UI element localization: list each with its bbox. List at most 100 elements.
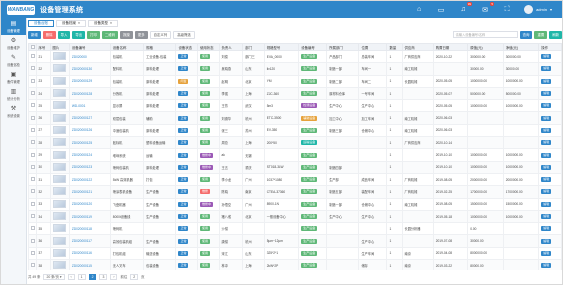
checkbox-cell[interactable] bbox=[28, 234, 37, 248]
toolbar-right-button-1[interactable]: 重置 bbox=[534, 30, 548, 39]
table-row[interactable]: 25 WD-0001 显示屏 原料处理 正常 使用 王芳 武汉 5m3 检测设备 生产中心 生产中心 1… bbox=[28, 99, 562, 113]
checkbox-cell[interactable] bbox=[28, 111, 37, 125]
action-cell[interactable]: 编辑 bbox=[538, 111, 562, 125]
row-checkbox[interactable] bbox=[31, 115, 35, 120]
device-code-link[interactable]: ZD020000129 bbox=[72, 79, 92, 83]
toolbar-option-1[interactable]: 高级筛选 bbox=[173, 30, 195, 39]
row-checkbox[interactable] bbox=[31, 214, 35, 218]
edit-button[interactable]: 编辑 bbox=[541, 140, 552, 146]
device-code-cell[interactable]: WD-0001 bbox=[68, 99, 111, 113]
device-code-cell[interactable]: ZD020000 bbox=[68, 49, 111, 64]
home-icon[interactable]: ⌂ bbox=[414, 5, 424, 15]
edit-button[interactable]: 编辑 bbox=[541, 250, 552, 256]
device-code-cell[interactable]: ZD020000116 bbox=[68, 246, 111, 261]
device-code-link[interactable]: ZD020000115 bbox=[72, 264, 92, 268]
action-cell[interactable]: 编辑 bbox=[538, 49, 562, 64]
close-icon[interactable]: × bbox=[78, 21, 80, 25]
row-checkbox[interactable] bbox=[31, 201, 35, 206]
sidebar-item-2[interactable]: ✎ 设备巡检 bbox=[1, 52, 26, 69]
toolbar-button-3[interactable]: 导出 bbox=[72, 30, 86, 39]
tab-2[interactable]: 设备类型 × bbox=[88, 19, 119, 27]
table-row[interactable]: 21 ZD020000 包装机 工业设备-包装 正常 使用 刘俊 部门三 EVA_0000 生产设… bbox=[28, 49, 562, 64]
table-row[interactable]: 22 ZD020000130 配料机 原料处理 正常 使用 吴晓燕 山东 liv120 生产设备 制… bbox=[28, 62, 562, 76]
device-code-cell[interactable]: ZD020000122 bbox=[68, 172, 111, 187]
row-checkbox[interactable] bbox=[31, 91, 35, 96]
row-checkbox[interactable] bbox=[31, 66, 35, 71]
device-code-cell[interactable]: ZD020000128 bbox=[68, 86, 111, 101]
action-cell[interactable]: 编辑 bbox=[538, 74, 562, 88]
toolbar-right-button-0[interactable]: 查询 bbox=[519, 30, 533, 39]
device-code-link[interactable]: WD-0001 bbox=[72, 104, 85, 108]
action-cell[interactable]: 编辑 bbox=[538, 99, 562, 113]
edit-button[interactable]: 编辑 bbox=[541, 263, 552, 269]
action-cell[interactable]: 编辑 bbox=[538, 234, 562, 248]
table-row[interactable]: 24 ZD020000128 分拣机 原料处理 正常 使用 李强 上海 ZJC-360 生产设备 原… bbox=[28, 86, 562, 101]
table-row[interactable]: 37 ZD020000116 打包机组 输送设备 正常 使用 宋江 山东 325*2*1 生产设备… bbox=[28, 246, 562, 261]
row-checkbox[interactable] bbox=[31, 250, 35, 255]
checkbox-cell[interactable] bbox=[28, 49, 37, 64]
edit-button[interactable]: 编辑 bbox=[541, 115, 552, 121]
edit-button[interactable]: 编辑 bbox=[541, 127, 552, 133]
edit-button[interactable]: 编辑 bbox=[541, 152, 552, 158]
toolbar-button-5[interactable]: 二维码 bbox=[101, 30, 119, 39]
edit-button[interactable]: 编辑 bbox=[541, 189, 552, 195]
row-checkbox[interactable] bbox=[31, 54, 35, 59]
device-code-link[interactable]: ZD020000116 bbox=[72, 251, 92, 255]
action-cell[interactable]: 编辑 bbox=[538, 172, 562, 187]
table-row[interactable]: 27 ZD020000126 中速包装机 原料处理 正常 使用 张三 苏州 EV-350 生产设备… bbox=[28, 123, 562, 138]
table-row[interactable]: 32 ZD020000121 喷涂表机设备 生产设备 正常 维修 陈晓 南京 CTEA-3736… bbox=[28, 185, 562, 199]
row-checkbox[interactable] bbox=[31, 103, 35, 108]
checkbox-cell[interactable] bbox=[28, 259, 37, 270]
edit-button[interactable]: 编辑 bbox=[541, 226, 552, 232]
row-checkbox[interactable] bbox=[31, 238, 35, 243]
table-row[interactable]: 30 ZD020000123 喷码包装机 原料处理 正常 维修中 王五 重庆 ST018-3LW… bbox=[28, 160, 562, 174]
edit-button[interactable]: 编辑 bbox=[541, 214, 552, 219]
device-code-cell[interactable]: ZD020000117 bbox=[68, 234, 111, 248]
device-code-cell[interactable]: ZD020000126 bbox=[68, 123, 111, 138]
device-code-cell[interactable]: ZD020000124 bbox=[68, 148, 111, 162]
table-row[interactable]: 33 ZD020000120 飞盘机器 生产设备 正常 维修中 孙悟空 广州 8900-1N 生产… bbox=[28, 197, 562, 211]
device-code-link[interactable]: ZD020000121 bbox=[72, 190, 92, 194]
checkbox-cell[interactable] bbox=[28, 148, 37, 162]
page-number-2[interactable]: 2 bbox=[88, 273, 97, 280]
device-code-cell[interactable]: ZD020000120 bbox=[68, 197, 111, 211]
device-code-link[interactable]: ZD020000119 bbox=[72, 215, 92, 219]
prev-page-button[interactable]: ‹ bbox=[67, 273, 75, 280]
action-cell[interactable]: 编辑 bbox=[538, 160, 562, 174]
table-row[interactable]: 23 ZD020000129 包装机 原料处理 闲置 使用 赵明 北京 YM 生产设备 制造二部 车间… bbox=[28, 74, 562, 88]
row-checkbox[interactable] bbox=[31, 140, 35, 145]
message-icon[interactable]: ✉ 5 bbox=[480, 1, 495, 15]
table-row[interactable]: 35 ZD020000118 喷码机 正常 使用 沙僧 生产设备 1 长园分析器 0.00 编辑 bbox=[28, 222, 562, 236]
checkbox-cell[interactable] bbox=[28, 172, 37, 187]
row-checkbox[interactable] bbox=[31, 164, 35, 169]
table-row[interactable]: 26 ZD020000127 双层包装 辅助 正常 使用 刘德华 杭州 ETC-3500 辅助设备… bbox=[28, 111, 562, 125]
page-number-3[interactable]: 3 bbox=[99, 273, 108, 280]
action-cell[interactable]: 编辑 bbox=[538, 246, 562, 261]
table-row[interactable]: 31 ZD020000122 5kW 高效机器 打包 正常 使用 李小龙 广州 1037*108… bbox=[28, 172, 562, 187]
device-code-link[interactable]: ZD020000127 bbox=[72, 116, 92, 120]
device-code-cell[interactable]: ZD020000115 bbox=[68, 259, 111, 270]
device-code-cell[interactable]: ZD020000127 bbox=[68, 111, 111, 125]
checkbox-cell[interactable] bbox=[28, 197, 37, 211]
row-checkbox[interactable] bbox=[31, 263, 35, 268]
action-cell[interactable]: 编辑 bbox=[538, 209, 562, 224]
tab-1[interactable]: 设备档案 × bbox=[56, 19, 87, 27]
checkbox-cell[interactable] bbox=[28, 222, 37, 236]
device-code-link[interactable]: ZD020000123 bbox=[72, 165, 92, 169]
close-icon[interactable]: × bbox=[110, 21, 112, 25]
device-code-link[interactable]: ZD020000128 bbox=[72, 92, 92, 96]
action-cell[interactable]: 编辑 bbox=[538, 185, 562, 199]
action-cell[interactable]: 编辑 bbox=[538, 222, 562, 236]
edit-button[interactable]: 编辑 bbox=[541, 164, 552, 170]
row-checkbox[interactable] bbox=[31, 177, 35, 182]
action-cell[interactable]: 编辑 bbox=[538, 86, 562, 101]
device-code-cell[interactable]: ZD020000130 bbox=[68, 62, 111, 76]
row-checkbox[interactable] bbox=[31, 78, 35, 83]
action-cell[interactable]: 编辑 bbox=[538, 259, 562, 270]
user-menu[interactable]: admin ▾ bbox=[524, 5, 552, 14]
toolbar-button-2[interactable]: 导入 bbox=[57, 30, 71, 39]
toolbar-button-0[interactable]: 新增 bbox=[28, 30, 41, 39]
sidebar-item-5[interactable]: ⚒ 系统设置 bbox=[1, 103, 26, 120]
device-code-link[interactable]: ZD020000120 bbox=[72, 202, 92, 206]
device-code-cell[interactable]: ZD020000129 bbox=[68, 74, 111, 88]
